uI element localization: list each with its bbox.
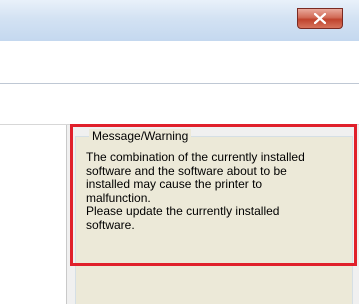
close-icon xyxy=(314,13,326,24)
title-bar xyxy=(0,0,359,41)
software-list-pane[interactable] xyxy=(0,125,67,304)
installer-window: Message/Warning The combination of the c… xyxy=(0,0,359,304)
highlight-box xyxy=(70,124,357,266)
close-button[interactable] xyxy=(297,8,343,29)
header-divider xyxy=(0,83,359,84)
